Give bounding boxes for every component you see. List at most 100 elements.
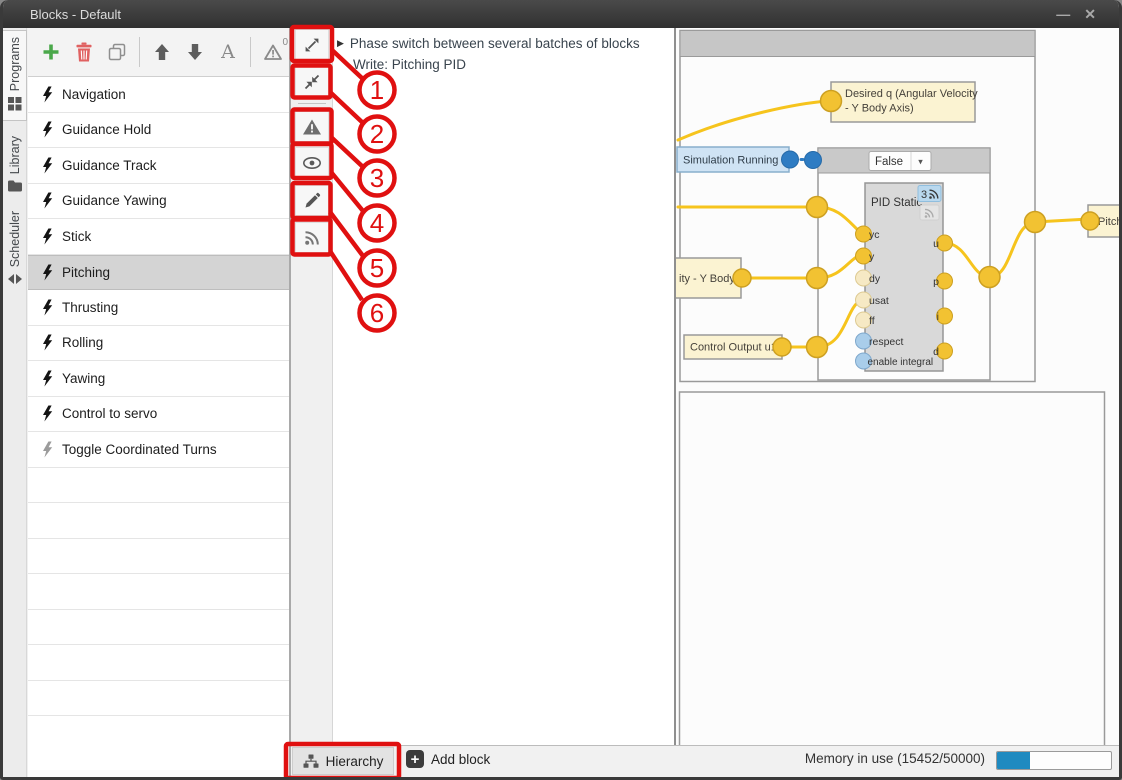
empty-row [28,681,289,717]
wire-junction [1025,212,1046,233]
warning-count-badge: 0 [282,37,288,48]
pid-input-label: enable integral [868,357,934,368]
move-down-button[interactable] [184,41,206,63]
list-item-pitching[interactable]: Pitching [28,255,289,291]
port[interactable] [733,269,751,287]
rss-icon [303,229,321,247]
hierarchy-icon [303,754,319,769]
warning-icon [302,118,322,136]
list-item-label: Guidance Hold [62,122,151,137]
list-item-navigation[interactable]: Navigation [28,77,289,113]
port[interactable] [782,151,799,168]
add-block-label: Add block [431,752,490,767]
list-item-guidance-track[interactable]: Guidance Track [28,148,289,184]
minimize-icon[interactable]: — [1056,6,1070,23]
edit-button[interactable] [295,185,329,216]
empty-row [28,645,289,681]
pid-output-label: d [933,346,939,358]
block-diagram-canvas[interactable]: False ▾ Desired q (Angular Velocity - Y … [676,28,1122,745]
delete-program-button[interactable] [73,41,95,63]
blocks-window: Blocks - Default — ✕ Programs Library Sc… [0,0,1122,780]
grid-icon [7,96,22,116]
list-item-rolling[interactable]: Rolling [28,326,289,362]
block-description-line1: Phase switch between several batches of … [350,36,640,51]
empty-row [28,574,289,610]
title-bar[interactable]: Blocks - Default — ✕ [0,0,1122,28]
pid-input-label: ff [869,315,875,327]
block-control-output-u1[interactable]: Control Output u1 [684,335,791,359]
folder-icon [7,179,23,198]
move-up-button[interactable] [151,41,173,63]
port[interactable] [773,338,791,356]
block-pitch[interactable]: Pitch [1081,205,1122,237]
left-right-arrows-icon [7,272,23,290]
tab-scheduler[interactable]: Scheduler [3,200,27,290]
block-label: Desired q (Angular Velocity [845,88,978,100]
block-velocity-y-body[interactable]: ity - Y Body [676,258,751,298]
list-item-label: Pitching [62,265,110,280]
block-label: - Y Body Axis) [845,103,914,115]
list-item-label: Toggle Coordinated Turns [62,442,217,457]
port[interactable] [821,91,842,112]
wire-junction [979,267,1000,288]
empty-row [28,468,289,504]
list-item-guidance-yawing[interactable]: Guidance Yawing [28,184,289,220]
eye-icon [302,156,322,170]
false-dropdown[interactable]: False ▾ [869,152,931,171]
window-title: Blocks - Default [30,7,121,22]
tab-programs-label: Programs [8,37,22,91]
warnings-count-button[interactable]: 0 [262,41,284,63]
port[interactable] [1081,212,1099,230]
plus-icon: + [406,750,424,768]
add-block-button[interactable]: + Add block [406,750,490,768]
block-desired-q[interactable]: Desired q (Angular Velocity - Y Body Axi… [821,82,979,122]
hierarchy-button[interactable]: Hierarchy [292,747,394,775]
pid-output-label: i [937,311,939,323]
pid-input-label: y [869,251,875,263]
list-item-label: Thrusting [62,300,118,315]
collapse-all-button[interactable] [295,66,329,97]
list-item-yawing[interactable]: Yawing [28,361,289,397]
warnings-button[interactable] [295,111,329,142]
rename-button[interactable]: A [217,41,239,63]
watch-button[interactable] [295,147,329,178]
list-item-control-to-servo[interactable]: Control to servo [28,397,289,433]
list-item-thrusting[interactable]: Thrusting [28,290,289,326]
copy-program-button[interactable] [106,41,128,63]
list-toolbar: A 0 [28,28,289,77]
chevron-down-icon: ▾ [918,157,923,167]
empty-row [28,610,289,646]
block-pid-static[interactable]: PID Static 3 [856,183,953,371]
block-label: Pitch [1098,216,1122,228]
expand-all-button[interactable] [295,29,329,60]
close-icon[interactable]: ✕ [1084,6,1096,23]
toolbar-separator [139,37,140,67]
container-block-lower[interactable] [680,392,1105,745]
list-item-guidance-hold[interactable]: Guidance Hold [28,113,289,149]
block-label: Simulation Running [683,155,778,167]
port[interactable] [805,152,822,169]
list-item-stick[interactable]: Stick [28,219,289,255]
list-item-label: Navigation [62,87,126,102]
bolt-icon [41,405,53,422]
bolt-icon-disabled [41,441,53,458]
pid-input-label: yc [869,229,880,241]
empty-row [28,503,289,539]
publish-button[interactable] [295,222,329,253]
list-item-label: Control to servo [62,406,157,421]
bolt-icon [41,192,53,209]
add-program-button[interactable] [40,41,62,63]
rss-inactive-badge[interactable] [920,205,939,220]
memory-usage-fill [997,752,1030,769]
list-item-label: Stick [62,229,91,244]
block-description-panel: ▶ Phase switch between several batches o… [333,28,674,745]
block-simulation-running[interactable]: Simulation Running [677,147,799,172]
list-item-toggle-coordinated-turns[interactable]: Toggle Coordinated Turns [28,432,289,468]
expander-triangle-icon[interactable]: ▶ [337,38,344,49]
bolt-icon [41,299,53,316]
tab-programs[interactable]: Programs [3,30,27,121]
tab-library[interactable]: Library [3,124,27,198]
wire-junction [807,337,828,358]
false-dropdown-value: False [875,156,903,168]
memory-usage-label: Memory in use (15452/50000) [805,751,985,766]
